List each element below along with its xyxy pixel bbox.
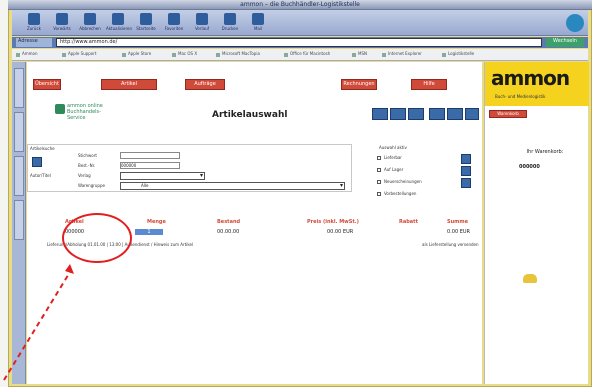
highlight-arrow [3,264,74,381]
